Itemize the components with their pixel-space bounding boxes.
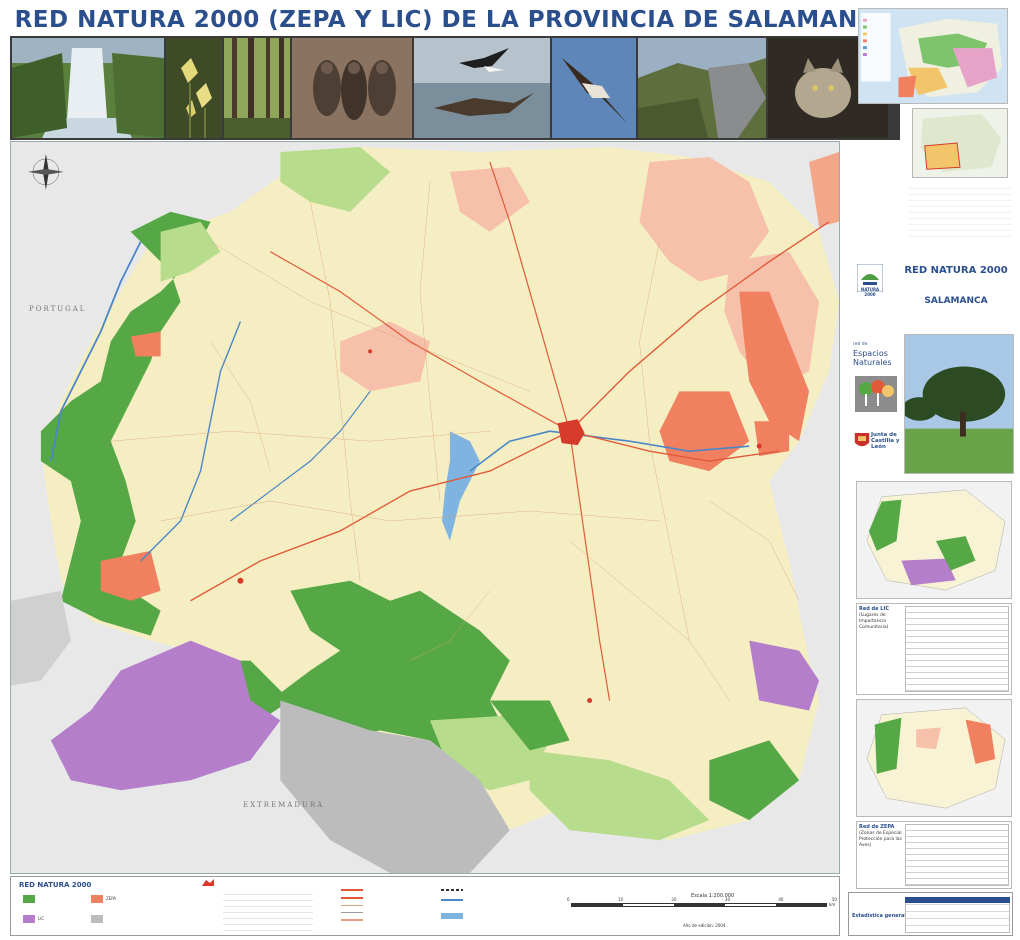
legend: RED NATURA 2000 ZEPA LIC Escala 1:200.00… <box>10 876 840 936</box>
town-ledesma <box>368 349 373 354</box>
coat-of-arms-icon <box>854 433 870 447</box>
stork-vulture-photo <box>414 38 550 138</box>
scale-unit: km <box>829 902 836 907</box>
legend-reservoir <box>441 913 463 919</box>
network-title: RED NATURA 2000 <box>904 265 1008 276</box>
map-canvas <box>11 142 839 873</box>
bats-photo <box>292 38 412 138</box>
town-bejar <box>587 697 593 703</box>
espacios-naturales-text: Espacios Naturales <box>853 349 892 367</box>
town-ciudad-rodrigo <box>237 577 244 584</box>
legend-roads-list <box>341 883 431 933</box>
legend-swatch-other <box>91 915 103 923</box>
province-map[interactable]: PORTUGAL EXTREMADURA <box>10 141 840 874</box>
oak-tree-photo <box>904 334 1014 474</box>
lic-heading: Red de LIC <box>859 606 889 612</box>
label-extremadura: EXTREMADURA <box>243 801 325 809</box>
zepa-area-east-small <box>754 421 790 457</box>
photo-strip <box>10 36 900 140</box>
natura-logo-text: NATURA 2000 <box>860 287 880 297</box>
forest-photo <box>224 38 290 138</box>
espacios-naturales-logo: red de Espacios Naturales Junta de Casti… <box>851 332 901 464</box>
zepa-intro: (Zonas de Especial Protección para las A… <box>859 831 902 848</box>
edition-year: Año de edición: 2004 <box>683 923 726 928</box>
stats-block: Estadística general <box>848 892 1013 936</box>
province-title: SALAMANCA <box>924 296 988 306</box>
canyon-photo <box>638 38 766 138</box>
tree-icon <box>855 376 897 412</box>
legend-river-line <box>441 899 463 901</box>
stats-label: Estadística general <box>852 913 907 919</box>
scale-ticks: 0 10 20 30 40 50 <box>567 897 837 902</box>
legend-swatch-zepa <box>91 895 103 903</box>
legend-swatch-lic <box>23 915 35 923</box>
daffodil-photo <box>166 38 222 138</box>
lic-table <box>905 606 1009 692</box>
lic-table-block: Red de LIC (Lugares de Importancia Comun… <box>856 603 1012 695</box>
red-de-label: red de <box>853 342 868 347</box>
junta-text: Junta de Castilla y León <box>871 432 900 450</box>
legend-swatch-zepa-lic <box>23 895 35 903</box>
zepa-heading: Red de ZEPA <box>859 824 895 830</box>
town-penaranda <box>756 443 762 449</box>
legend-limit-line <box>441 889 463 891</box>
stats-table-header <box>905 897 1010 903</box>
zepa-table-block: Red de ZEPA (Zonas de Especial Protecció… <box>856 821 1012 889</box>
legend-label-zepa: ZEPA <box>106 896 117 901</box>
scale-bar <box>571 903 827 907</box>
info-block <box>908 183 1012 241</box>
lic-intro: (Lugares de Importancia Comunitaria) <box>859 613 889 630</box>
zepa-table <box>905 824 1009 886</box>
eagle-photo <box>552 38 636 138</box>
label-portugal: PORTUGAL <box>29 305 87 313</box>
legend-title: RED NATURA 2000 <box>19 881 92 889</box>
europe-inset-map <box>858 8 1008 104</box>
legend-label-lic: LIC <box>38 916 45 921</box>
legend-population-list <box>223 889 313 933</box>
waterfall-photo <box>12 38 164 138</box>
spain-inset-map <box>912 108 1008 178</box>
population-icon <box>202 879 214 886</box>
page-title: RED NATURA 2000 (ZEPA Y LIC) DE LA PROVI… <box>14 7 894 33</box>
lic-inset-map <box>856 481 1012 599</box>
zepa-inset-map <box>856 699 1012 817</box>
